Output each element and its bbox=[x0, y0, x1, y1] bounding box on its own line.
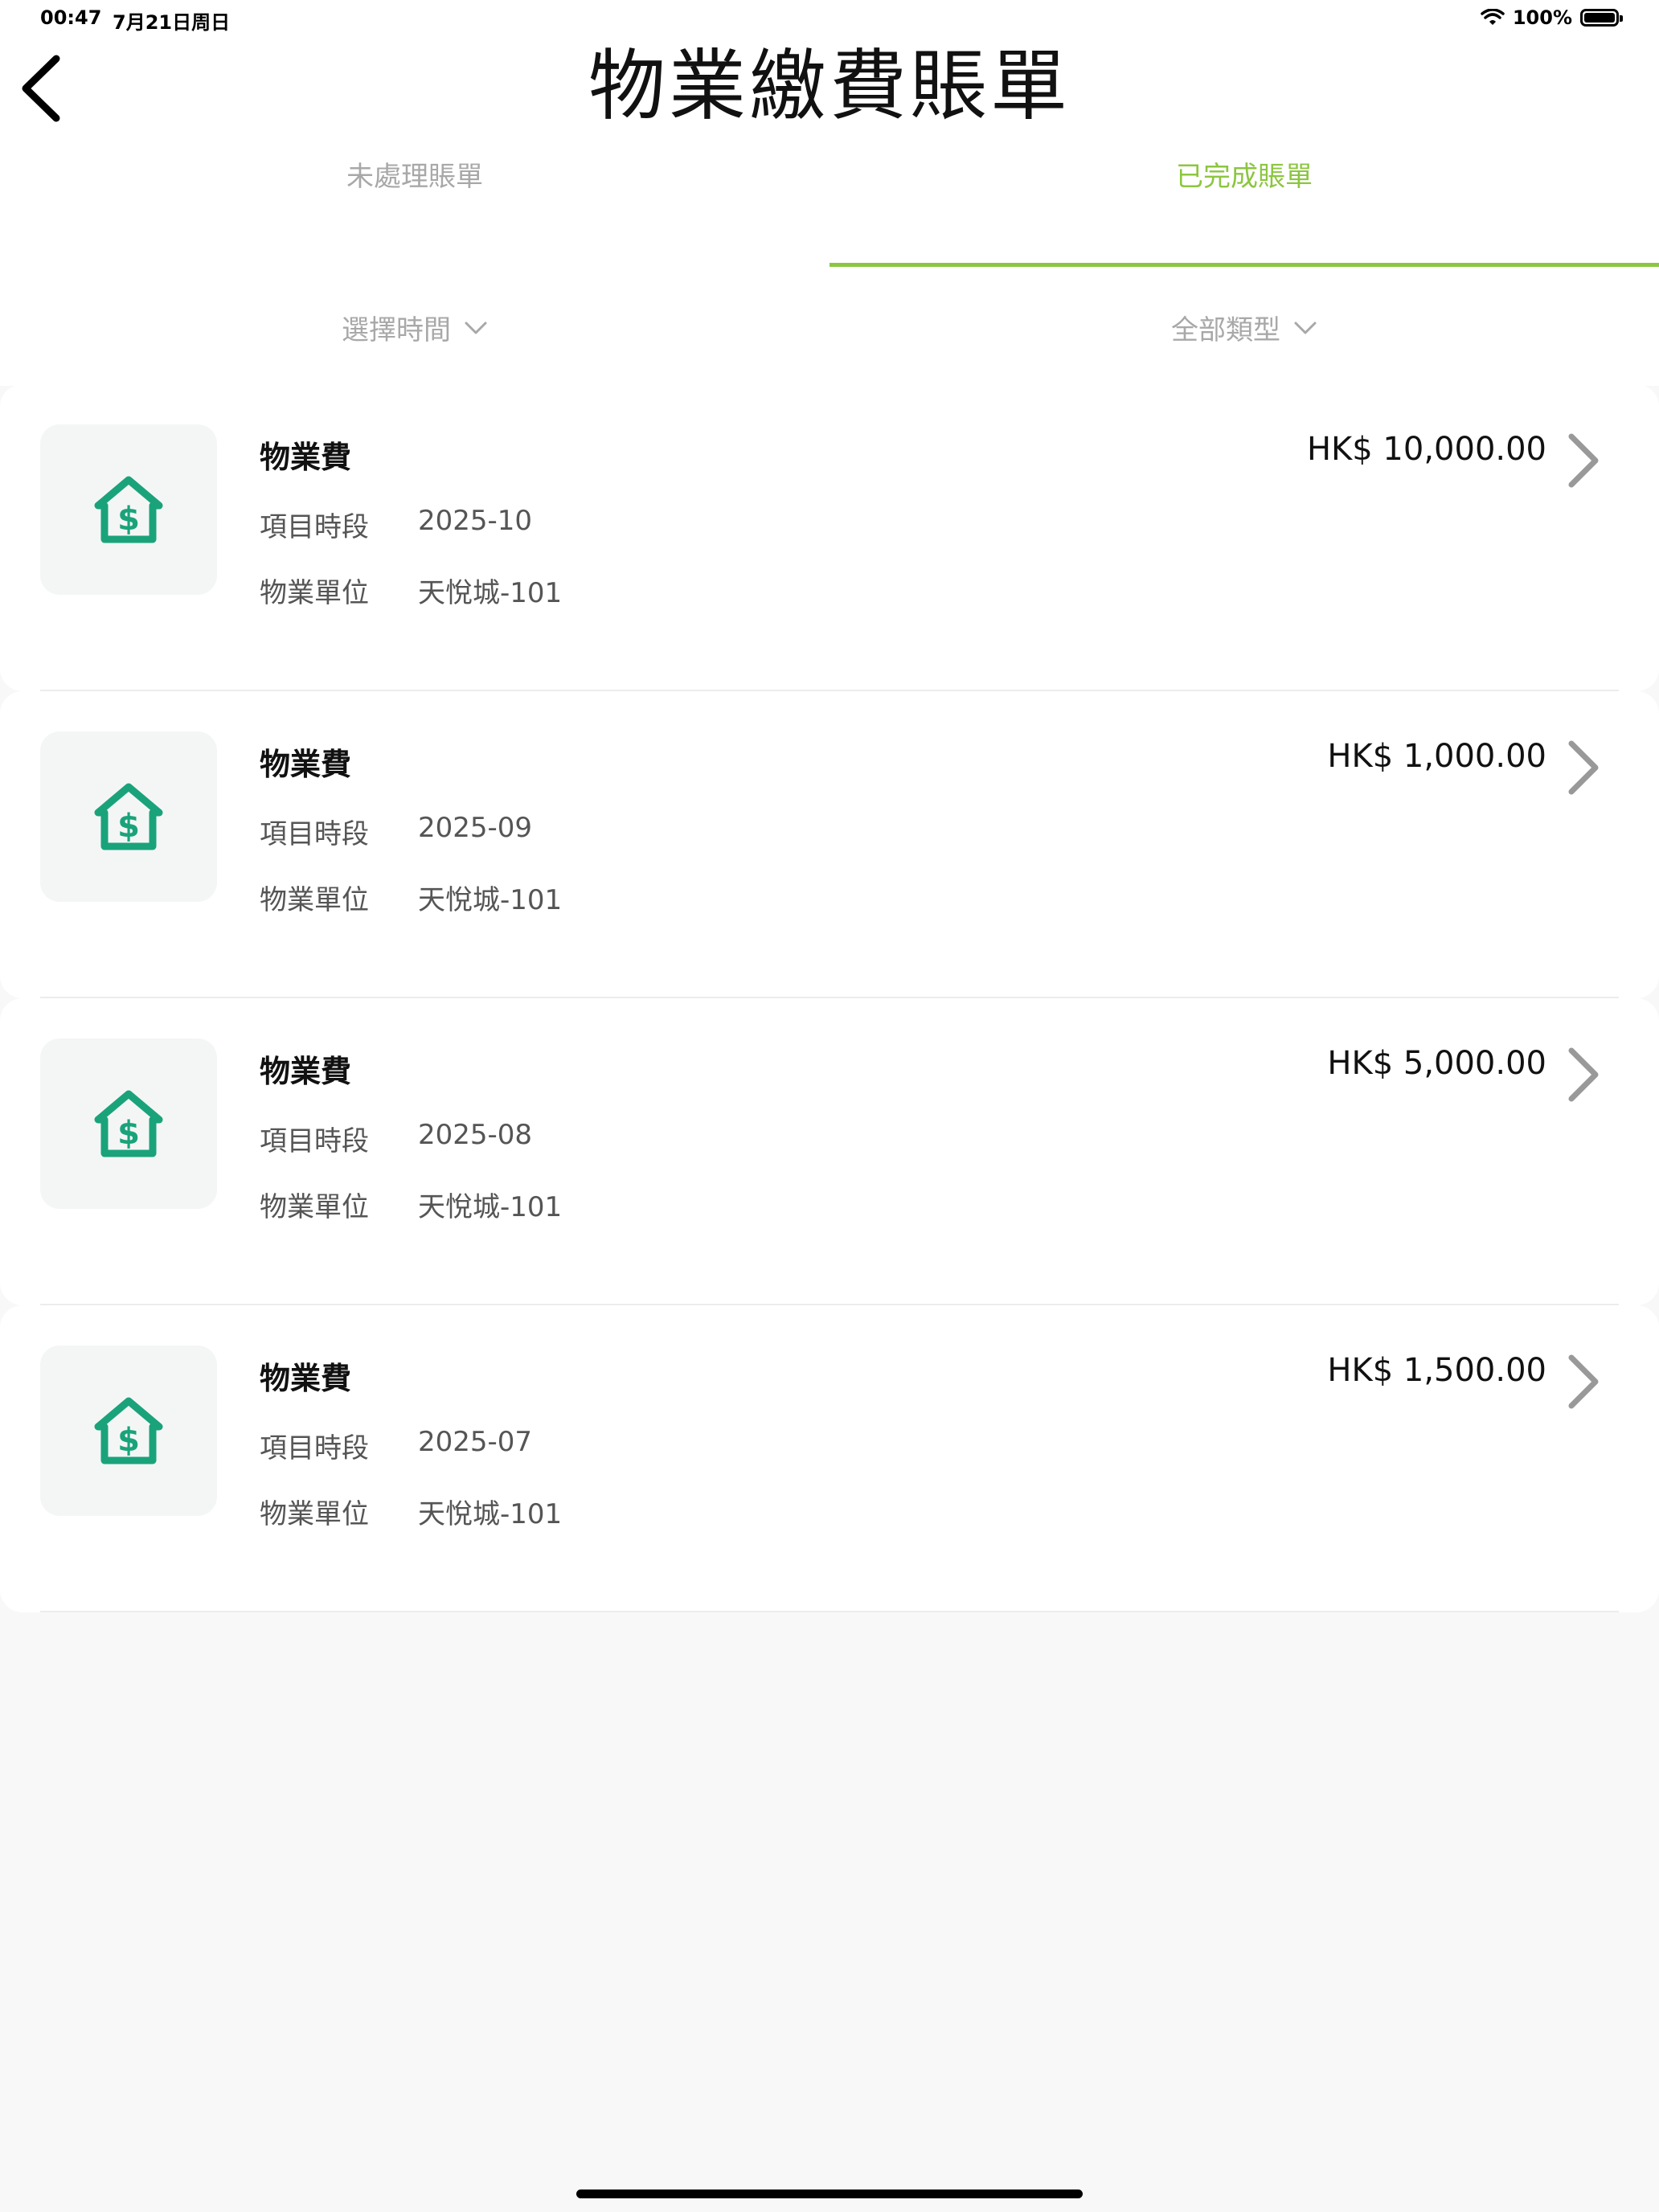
unit-value: 天悅城-101 bbox=[418, 1191, 563, 1223]
period-value: 2025-07 bbox=[418, 1426, 533, 1458]
unit-label: 物業單位 bbox=[260, 884, 369, 916]
house-dollar-icon: $ bbox=[94, 1397, 163, 1464]
tab-label: 已完成賬單 bbox=[1176, 161, 1313, 193]
unit-label: 物業單位 bbox=[260, 577, 369, 609]
back-button[interactable] bbox=[8, 44, 72, 133]
battery-percent: 100% bbox=[1512, 6, 1572, 29]
chevron-right-icon bbox=[1563, 739, 1603, 796]
bill-title: 物業費 bbox=[260, 1361, 352, 1396]
bill-card[interactable]: $ 物業費 HK$ 1,000.00 項目時段 2025-09 物業單位 天悅城… bbox=[0, 691, 1659, 998]
bill-amount: HK$ 10,000.00 bbox=[1306, 431, 1546, 468]
chevron-right-icon bbox=[1563, 432, 1603, 489]
unit-label: 物業單位 bbox=[260, 1191, 369, 1223]
svg-text:$: $ bbox=[117, 1115, 140, 1152]
filter-label: 全部類型 bbox=[1171, 314, 1280, 346]
bill-icon-box: $ bbox=[40, 424, 217, 595]
svg-text:$: $ bbox=[117, 1422, 140, 1459]
filter-bar: 選擇時間 全部類型 bbox=[0, 269, 1659, 386]
unit-label: 物業單位 bbox=[260, 1498, 369, 1530]
unit-value: 天悅城-101 bbox=[418, 884, 563, 916]
header: 物業繳費賬單 未處理賬單 已完成賬單 選擇時間 全部類型 bbox=[0, 40, 1659, 386]
house-dollar-icon: $ bbox=[94, 1090, 163, 1157]
period-value: 2025-09 bbox=[418, 812, 533, 844]
battery-icon bbox=[1580, 9, 1623, 27]
bill-card[interactable]: $ 物業費 HK$ 5,000.00 項目時段 2025-08 物業單位 天悅城… bbox=[0, 998, 1659, 1305]
bill-list: $ 物業費 HK$ 10,000.00 項目時段 2025-10 物業單位 天悅… bbox=[0, 384, 1659, 1612]
period-value: 2025-08 bbox=[418, 1119, 533, 1151]
wifi-icon bbox=[1481, 9, 1505, 25]
bill-amount: HK$ 5,000.00 bbox=[1327, 1045, 1546, 1082]
unit-value: 天悅城-101 bbox=[418, 1498, 563, 1530]
chevron-left-icon bbox=[22, 55, 60, 122]
bill-amount: HK$ 1,000.00 bbox=[1327, 738, 1546, 775]
bill-icon-box: $ bbox=[40, 731, 217, 902]
bill-title: 物業費 bbox=[260, 1054, 352, 1089]
home-indicator[interactable] bbox=[576, 2189, 1083, 2198]
tab-completed-bills[interactable]: 已完成賬單 bbox=[830, 145, 1659, 267]
tab-bar: 未處理賬單 已完成賬單 bbox=[0, 145, 1659, 267]
period-value: 2025-10 bbox=[418, 505, 533, 537]
period-label: 項目時段 bbox=[260, 1125, 369, 1157]
house-dollar-icon: $ bbox=[94, 476, 163, 543]
active-tab-indicator bbox=[830, 263, 1659, 267]
house-dollar-icon: $ bbox=[94, 783, 163, 850]
bill-card[interactable]: $ 物業費 HK$ 10,000.00 項目時段 2025-10 物業單位 天悅… bbox=[0, 384, 1659, 691]
bill-title: 物業費 bbox=[260, 747, 352, 782]
chevron-right-icon bbox=[1563, 1047, 1603, 1103]
period-label: 項目時段 bbox=[260, 1432, 369, 1464]
chevron-down-icon bbox=[465, 322, 487, 334]
filter-label: 選擇時間 bbox=[342, 314, 451, 346]
tab-label: 未處理賬單 bbox=[346, 161, 483, 193]
svg-text:$: $ bbox=[117, 501, 140, 538]
status-time: 00:47 bbox=[40, 6, 102, 29]
status-bar: 00:47 7月21日周日 100% bbox=[0, 0, 1659, 40]
chevron-down-icon bbox=[1294, 322, 1317, 334]
time-filter-dropdown[interactable]: 選擇時間 bbox=[0, 269, 830, 386]
status-indicators: 100% bbox=[1481, 6, 1623, 29]
tab-pending-bills[interactable]: 未處理賬單 bbox=[0, 145, 830, 267]
period-label: 項目時段 bbox=[260, 511, 369, 543]
page-title: 物業繳費賬單 bbox=[588, 41, 1071, 131]
bill-card[interactable]: $ 物業費 HK$ 1,500.00 項目時段 2025-07 物業單位 天悅城… bbox=[0, 1305, 1659, 1612]
chevron-right-icon bbox=[1563, 1354, 1603, 1410]
status-date: 7月21日周日 bbox=[113, 11, 231, 34]
bill-title: 物業費 bbox=[260, 440, 352, 475]
bill-amount: HK$ 1,500.00 bbox=[1327, 1352, 1546, 1389]
type-filter-dropdown[interactable]: 全部類型 bbox=[830, 269, 1659, 386]
unit-value: 天悅城-101 bbox=[418, 577, 563, 609]
bill-icon-box: $ bbox=[40, 1346, 217, 1516]
bill-icon-box: $ bbox=[40, 1038, 217, 1209]
divider bbox=[40, 1611, 1619, 1612]
period-label: 項目時段 bbox=[260, 818, 369, 850]
svg-text:$: $ bbox=[117, 808, 140, 845]
